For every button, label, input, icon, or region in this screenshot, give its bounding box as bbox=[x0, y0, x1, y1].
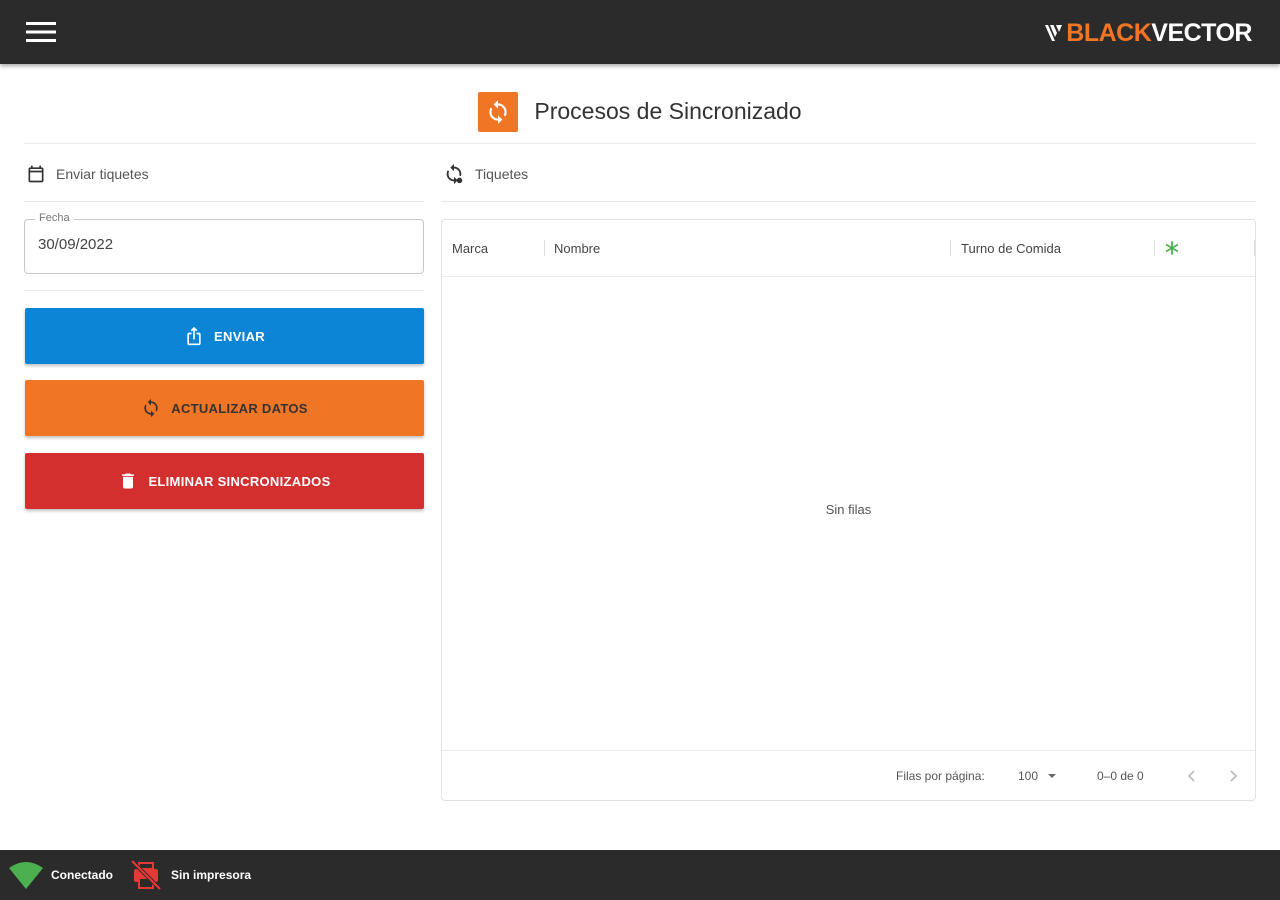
tickets-header: Tiquetes bbox=[441, 146, 1256, 202]
column-header-nombre[interactable]: Nombre bbox=[554, 220, 600, 276]
chevron-left-icon bbox=[1187, 770, 1195, 782]
send-tickets-header: Enviar tiquetes bbox=[24, 146, 424, 202]
column-header-marca[interactable]: Marca bbox=[452, 220, 488, 276]
divider bbox=[24, 290, 424, 291]
send-button-label: ENVIAR bbox=[214, 328, 265, 344]
delete-synced-button[interactable]: ELIMINAR SINCRONIZADOS bbox=[25, 453, 424, 509]
menu-button[interactable] bbox=[18, 14, 64, 50]
send-button[interactable]: ENVIAR bbox=[25, 308, 424, 364]
column-separator[interactable] bbox=[544, 240, 545, 256]
tickets-title: Tiquetes bbox=[475, 165, 529, 182]
printer-status: Sin impresora bbox=[129, 859, 251, 891]
connection-status-label: Conectado bbox=[51, 868, 114, 882]
column-separator bbox=[1254, 240, 1255, 256]
share-icon bbox=[187, 326, 201, 346]
update-data-button[interactable]: ACTUALIZAR DATOS bbox=[25, 380, 424, 436]
date-field-label: Fecha bbox=[35, 212, 74, 224]
grid-header: Marca Nombre Turno de Comida bbox=[442, 220, 1255, 277]
column-header-label: Nombre bbox=[554, 240, 601, 256]
logo-text-black: BLACK bbox=[1066, 18, 1152, 47]
logo-text-vector: VECTOR bbox=[1151, 18, 1252, 47]
sync-title-icon bbox=[478, 91, 519, 132]
column-header-turno[interactable]: Turno de Comida bbox=[961, 220, 1061, 276]
column-header-label: Marca bbox=[452, 240, 489, 256]
chevron-right-icon bbox=[1230, 770, 1238, 782]
column-separator[interactable] bbox=[950, 240, 951, 256]
update-data-button-label: ACTUALIZAR DATOS bbox=[171, 400, 308, 416]
next-page-button[interactable] bbox=[1225, 751, 1241, 801]
connection-status: Conectado bbox=[8, 860, 113, 890]
rows-per-page-label: Filas por página: bbox=[896, 769, 985, 783]
caret-down-icon bbox=[1048, 774, 1057, 778]
page-header: Procesos de Sincronizado bbox=[24, 80, 1256, 144]
column-header-actions[interactable] bbox=[1164, 220, 1180, 276]
pagination-range: 0–0 de 0 bbox=[1097, 769, 1144, 783]
previous-page-button[interactable] bbox=[1184, 751, 1200, 801]
wifi-icon bbox=[9, 862, 43, 889]
date-field[interactable]: Fecha bbox=[24, 212, 424, 274]
empty-rows-message: Sin filas bbox=[825, 502, 872, 517]
brand-logo: BLACK VECTOR bbox=[1044, 18, 1252, 48]
printer-off-icon bbox=[130, 859, 162, 891]
asterisk-icon bbox=[1165, 241, 1179, 255]
send-tickets-title: Enviar tiquetes bbox=[56, 165, 149, 182]
rows-per-page-value: 100 bbox=[1018, 769, 1039, 783]
date-input[interactable] bbox=[38, 236, 408, 253]
grid-pagination: Filas por página: 100 0–0 de 0 bbox=[442, 750, 1255, 801]
rows-per-page-select[interactable]: 100 bbox=[1018, 751, 1058, 801]
ticket-sync-icon bbox=[446, 163, 463, 184]
column-separator[interactable] bbox=[1154, 240, 1155, 256]
sync-icon bbox=[144, 398, 158, 418]
top-app-bar: BLACK VECTOR bbox=[0, 0, 1280, 64]
logo-mark-icon bbox=[1045, 25, 1063, 41]
printer-status-label: Sin impresora bbox=[171, 868, 252, 882]
trash-icon bbox=[122, 473, 135, 489]
page-title: Procesos de Sincronizado bbox=[534, 98, 802, 124]
delete-synced-button-label: ELIMINAR SINCRONIZADOS bbox=[148, 473, 331, 489]
calendar-icon bbox=[28, 165, 44, 182]
column-header-label: Turno de Comida bbox=[961, 240, 1061, 256]
status-bar: Conectado Sin impresora bbox=[0, 850, 1280, 900]
tickets-grid: Marca Nombre Turno de Comida Sin filas F… bbox=[441, 219, 1256, 801]
menu-icon bbox=[26, 22, 56, 42]
